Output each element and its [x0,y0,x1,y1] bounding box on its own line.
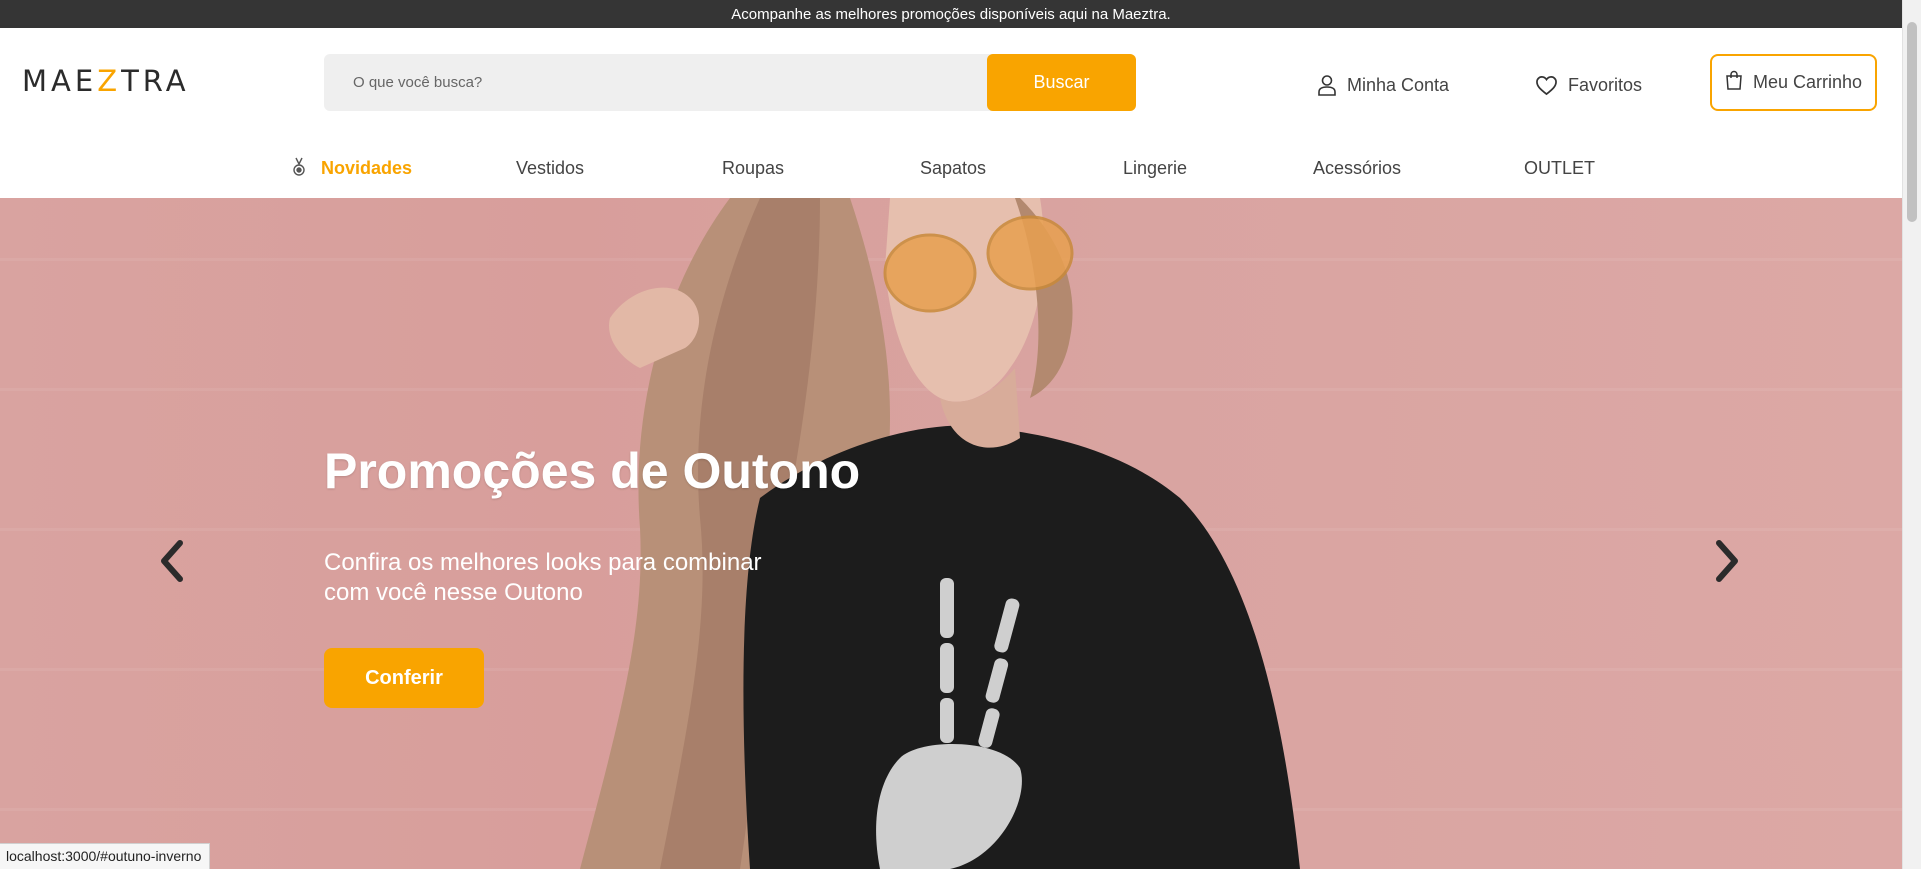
carousel-next-button[interactable] [1707,538,1747,588]
hero-cta-button[interactable]: Conferir [324,648,484,708]
category-nav: Novidades Vestidos Roupas Sapatos Linger… [0,138,1902,198]
medal-icon [291,157,307,182]
nav-item-roupas[interactable]: Roupas [722,158,784,179]
search-button-label: Buscar [1033,72,1090,92]
cart-label: Meu Carrinho [1752,72,1863,92]
nav-item-outlet[interactable]: OUTLET [1524,158,1595,179]
account-label: Minha Conta [1347,74,1450,95]
status-url: localhost:3000/#outuno-inverno [6,848,202,864]
chevron-left-icon [159,539,185,587]
search-input[interactable] [353,62,993,103]
announcement-text: Acompanhe as melhores promoções disponív… [731,5,1171,23]
hero-cta-label: Conferir [365,666,443,689]
heart-icon [1535,75,1558,96]
shopping-bag-icon [1725,70,1743,95]
search-button[interactable]: Buscar [987,54,1136,111]
logo-text-start: MAE [22,64,98,98]
site-header: MAEZTRA Buscar Minha Conta Favoritos [0,28,1902,138]
chevron-right-icon [1714,539,1740,587]
hero-subtitle: Confira os melhores looks para combinar … [324,549,762,606]
nav-item-lingerie[interactable]: Lingerie [1123,158,1187,179]
user-icon [1317,74,1337,96]
nav-item-vestidos[interactable]: Vestidos [516,158,584,179]
search-bar: Buscar [324,54,1136,111]
nav-item-novidades[interactable]: Novidades [321,158,412,179]
page-scrollbar[interactable] [1902,0,1921,869]
hero-title: Promoções de Outono [324,443,861,499]
brand-logo[interactable]: MAE Z TRA [22,64,190,98]
announcement-bar: Acompanhe as melhores promoções disponív… [0,0,1902,28]
scrollbar-thumb[interactable] [1907,22,1917,222]
carousel-prev-button[interactable] [152,538,192,588]
nav-item-acessorios[interactable]: Acessórios [1313,158,1401,179]
favorites-label: Favoritos [1568,74,1643,95]
hero-carousel: Promoções de Outono Confira os melhores … [0,198,1902,869]
browser-status-bar: localhost:3000/#outuno-inverno [0,843,211,869]
logo-text-z: Z [97,64,122,98]
hero-model-image [580,198,1300,869]
cart-button[interactable]: Meu Carrinho [1710,54,1877,111]
nav-item-sapatos[interactable]: Sapatos [920,158,986,179]
account-link[interactable]: Minha Conta [1317,72,1449,98]
logo-text-end: TRA [121,64,190,98]
favorites-link[interactable]: Favoritos [1535,72,1642,98]
